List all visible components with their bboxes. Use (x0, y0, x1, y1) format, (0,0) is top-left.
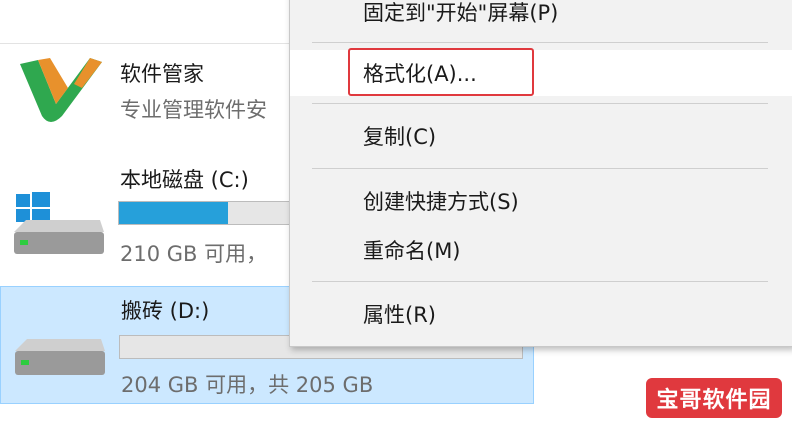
drive-d-name: 搬砖 (D:) (121, 299, 210, 323)
menu-item-create-shortcut[interactable]: 创建快捷方式(S) (290, 179, 792, 223)
drive-c-capacity-fill (119, 202, 228, 224)
menu-item-copy[interactable]: 复制(C) (290, 114, 792, 158)
menu-separator (312, 103, 768, 104)
menu-item-label: 固定到"开始"屏幕(P) (363, 1, 559, 25)
watermark-text: 宝哥软件园 (656, 388, 772, 413)
software-manager-icon (20, 58, 102, 122)
highlight-box (348, 48, 534, 96)
app-entry-name: 软件管家 (120, 62, 204, 86)
menu-separator (312, 42, 768, 43)
windows-drive-icon (14, 192, 104, 254)
menu-separator (312, 168, 768, 169)
hard-drive-icon (15, 339, 105, 375)
menu-item-label: 复制(C) (363, 125, 437, 149)
menu-item-label: 重命名(M) (363, 239, 461, 263)
drive-c-name: 本地磁盘 (C:) (120, 168, 249, 192)
menu-item-properties[interactable]: 属性(R) (290, 292, 792, 336)
screen: 软件管家 专业管理软件安 本地磁盘 (C:) 210 GB 可用， 搬砖 (D:… (0, 0, 792, 425)
drive-d-usage: 204 GB 可用，共 205 GB (121, 373, 374, 397)
drive-c-usage: 210 GB 可用， (120, 242, 268, 266)
watermark-logo: 宝哥软件园 (646, 378, 782, 418)
menu-separator (312, 281, 768, 282)
context-menu: 固定到"开始"屏幕(P) 格式化(A)... 复制(C) 创建快捷方式(S) 重… (289, 0, 792, 347)
menu-item-pin-to-start[interactable]: 固定到"开始"屏幕(P) (290, 0, 792, 34)
menu-item-label: 属性(R) (363, 303, 436, 327)
divider (0, 43, 300, 44)
menu-item-rename[interactable]: 重命名(M) (290, 228, 792, 272)
app-entry-subtitle: 专业管理软件安 (120, 98, 267, 122)
menu-item-label: 创建快捷方式(S) (363, 190, 519, 214)
